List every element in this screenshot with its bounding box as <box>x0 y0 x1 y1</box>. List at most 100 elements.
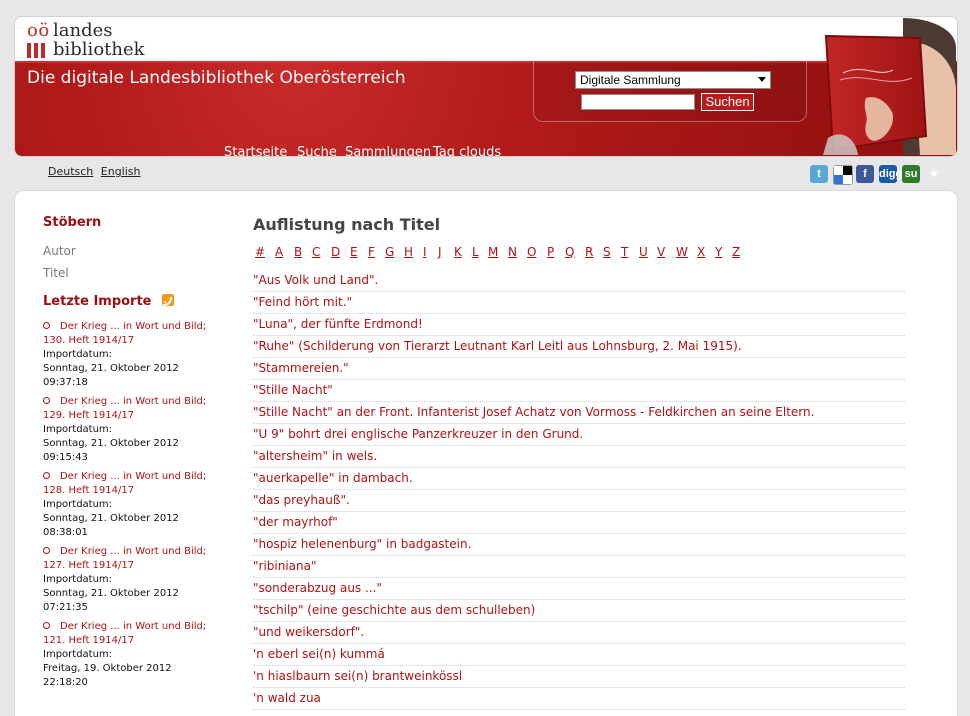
alpha-u[interactable]: U <box>639 245 648 259</box>
import-item: Der Krieg ... in Wort und Bild; 129. Hef… <box>43 395 243 470</box>
alpha-e[interactable]: E <box>350 245 358 259</box>
alpha-b[interactable]: B <box>294 245 302 259</box>
alpha-i[interactable]: I <box>423 245 427 259</box>
alpha-o[interactable]: O <box>527 245 536 259</box>
alpha-h[interactable]: H <box>404 245 413 259</box>
title-item[interactable]: "Stille Nacht" <box>253 380 905 402</box>
recent-imports-label: Letzte Importe <box>43 294 152 309</box>
import-date: Sonntag, 21. Oktober 2012 <box>43 588 179 599</box>
title-item[interactable]: "das preyhauß". <box>253 490 905 512</box>
import-link[interactable]: Der Krieg ... in Wort und Bild; 129. Hef… <box>43 395 233 423</box>
alpha-t[interactable]: T <box>621 245 628 259</box>
search-button[interactable]: Suchen <box>701 93 754 111</box>
title-item[interactable]: "sonderabzug aus ..." <box>253 578 905 600</box>
stumbleupon-icon[interactable]: su <box>902 165 920 183</box>
import-title-line2: 130. Heft 1914/17 <box>43 335 135 346</box>
title-item[interactable]: "Ruhe" (Schilderung von Tierarzt Leutnan… <box>253 336 905 358</box>
digg-icon[interactable]: digg <box>879 165 902 183</box>
title-item[interactable]: 'n eberl sei(n) kummá <box>253 644 905 666</box>
facebook-icon[interactable]: f <box>856 165 874 183</box>
import-title-line2: 128. Heft 1914/17 <box>43 485 135 496</box>
nav-startseite[interactable]: Startseite <box>224 145 287 156</box>
browse-title-link[interactable]: Titel <box>43 266 243 280</box>
nav-suche[interactable]: Suche <box>297 145 337 156</box>
alpha-p[interactable]: P <box>547 245 554 259</box>
import-item: Der Krieg ... in Wort und Bild; 128. Hef… <box>43 470 243 545</box>
nav-tag-clouds[interactable]: Tag clouds <box>433 145 501 156</box>
alpha-k[interactable]: K <box>454 245 462 259</box>
browse-author-link[interactable]: Autor <box>43 244 243 258</box>
alpha-g[interactable]: G <box>385 245 394 259</box>
logo-bars-icon <box>27 43 49 58</box>
alpha-v[interactable]: V <box>657 245 665 259</box>
title-item[interactable]: "ribiniana" <box>253 556 905 578</box>
alpha-r[interactable]: R <box>585 245 593 259</box>
import-time: 08:38:01 <box>43 527 88 538</box>
collection-select[interactable]: Digitale Sammlung <box>575 71 771 89</box>
search-input[interactable] <box>581 94 695 110</box>
import-link[interactable]: Der Krieg ... in Wort und Bild; 130. Hef… <box>43 320 233 348</box>
alpha-d[interactable]: D <box>331 245 340 259</box>
import-item: Der Krieg ... in Wort und Bild; 127. Hef… <box>43 545 243 620</box>
twitter-icon[interactable]: t <box>810 165 828 183</box>
title-item[interactable]: 'n wald zua <box>253 688 905 710</box>
import-title-line1: Der Krieg ... in Wort und Bild; <box>60 546 207 557</box>
title-item[interactable]: "auerkapelle" in dambach. <box>253 468 905 490</box>
page: oö landes bibliothek Die digitale Landes… <box>0 0 970 716</box>
import-date-label: Importdatum: <box>43 499 113 510</box>
import-link[interactable]: Der Krieg ... in Wort und Bild; 127. Hef… <box>43 545 233 573</box>
nav-sammlungen[interactable]: Sammlungen <box>345 145 431 156</box>
alpha-y[interactable]: Y <box>715 245 722 259</box>
page-title: Auflistung nach Titel <box>253 215 441 234</box>
header-top: oö landes bibliothek <box>15 17 957 61</box>
bullet-icon <box>43 546 50 554</box>
lang-english[interactable]: English <box>101 165 141 178</box>
alpha-a[interactable]: A <box>275 245 283 259</box>
import-link[interactable]: Der Krieg ... in Wort und Bild; 128. Hef… <box>43 470 233 498</box>
alpha-j[interactable]: J <box>438 245 442 259</box>
alpha-l[interactable]: L <box>472 245 479 259</box>
title-item[interactable]: "hospiz helenenburg" in badgastein. <box>253 534 905 556</box>
title-item[interactable]: "Stammereien." <box>253 358 905 380</box>
title-item[interactable]: "Feind hört mit." <box>253 292 905 314</box>
alpha-w[interactable]: W <box>676 245 688 259</box>
bullet-icon <box>43 396 50 404</box>
title-item[interactable]: "U 9" bohrt drei englische Panzerkreuzer… <box>253 424 905 446</box>
delicious-icon[interactable] <box>833 165 853 185</box>
import-link[interactable]: Der Krieg ... in Wort und Bild; 121. Hef… <box>43 620 233 648</box>
rss-icon[interactable] <box>162 294 175 306</box>
title-list: "Aus Volk und Land". "Feind hört mit." "… <box>253 270 905 710</box>
title-item[interactable]: "der mayrhof" <box>253 512 905 534</box>
import-title-line2: 129. Heft 1914/17 <box>43 410 135 421</box>
alpha-c[interactable]: C <box>312 245 320 259</box>
title-item[interactable]: "Luna", der fünfte Erdmond! <box>253 314 905 336</box>
title-item[interactable]: "und weikersdorf". <box>253 622 905 644</box>
lang-deutsch[interactable]: Deutsch <box>48 165 93 178</box>
alpha-f[interactable]: F <box>368 245 375 259</box>
recent-imports-list: Der Krieg ... in Wort und Bild; 130. Hef… <box>43 320 243 695</box>
main-content: Auflistung nach Titel # A B C D E F G H … <box>253 215 913 710</box>
logo-line2: bibliothek <box>53 39 145 60</box>
alpha-q[interactable]: Q <box>565 245 574 259</box>
alpha-n[interactable]: N <box>508 245 517 259</box>
title-item[interactable]: "Aus Volk und Land". <box>253 270 905 292</box>
alpha-m[interactable]: M <box>488 245 498 259</box>
alpha-s[interactable]: S <box>603 245 611 259</box>
title-item[interactable]: "tschilp" (eine geschichte aus dem schul… <box>253 600 905 622</box>
site-title: Die digitale Landesbibliothek Oberösterr… <box>27 68 406 88</box>
import-time: 09:15:43 <box>43 452 88 463</box>
title-item[interactable]: "Stille Nacht" an der Front. Infanterist… <box>253 402 905 424</box>
title-item[interactable]: 'n hiaslbaurn sei(n) brantweinkössl <box>253 666 905 688</box>
import-time: 07:21:35 <box>43 602 88 613</box>
import-date: Sonntag, 21. Oktober 2012 <box>43 438 179 449</box>
alpha-hash[interactable]: # <box>255 245 265 259</box>
language-switch: Deutsch English <box>48 165 145 178</box>
favorite-star-icon[interactable]: ★ <box>925 165 943 183</box>
title-item[interactable]: "altersheim" in wels. <box>253 446 905 468</box>
alpha-x[interactable]: X <box>697 245 705 259</box>
import-item: Der Krieg ... in Wort und Bild; 121. Hef… <box>43 620 243 695</box>
import-date: Freitag, 19. Oktober 2012 <box>43 663 172 674</box>
bullet-icon <box>43 321 50 329</box>
site-logo[interactable]: oö landes bibliothek <box>27 20 167 64</box>
alpha-z[interactable]: Z <box>732 245 740 259</box>
